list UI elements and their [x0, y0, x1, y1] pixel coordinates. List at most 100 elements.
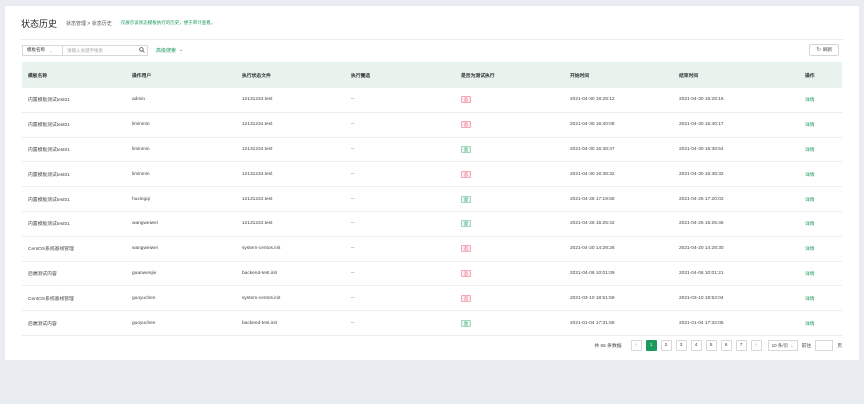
table-row: 内置模板测试test01 admin 12131234.test -- 否 2021-04… — [22, 88, 842, 113]
page-size-label: 10 条/页 — [771, 342, 789, 348]
template-name-cell: 内置模板测试test01 — [28, 98, 70, 104]
template-name-cell: 内置模板测试test01 — [28, 197, 70, 203]
is-test-cell: 否 — [461, 96, 570, 104]
search-icon[interactable] — [137, 46, 147, 55]
is-test-cell: 是 — [461, 220, 570, 228]
search-field-select[interactable]: 模板名称 ⌄ — [23, 45, 63, 55]
is-test-cell: 是 — [461, 145, 570, 153]
column-header: 执行圈选 — [351, 73, 371, 79]
is-test-badge: 否 — [461, 245, 471, 253]
is-test-cell: 否 — [461, 245, 570, 253]
chevron-down-icon: ⌄ — [49, 47, 53, 53]
goto-page-input[interactable] — [815, 340, 834, 351]
end-time-cell: 2021-04-26 15:25:46 — [679, 221, 724, 227]
refresh-button[interactable]: ↻ 刷新 — [809, 44, 839, 56]
detail-link[interactable]: 详情 — [805, 272, 815, 277]
detail-link[interactable]: 详情 — [805, 123, 815, 128]
search-input[interactable] — [63, 45, 137, 55]
refresh-icon: ↻ — [816, 47, 821, 53]
is-test-cell: 否 — [461, 121, 570, 129]
table-row: 后端测试内容 guoyuchen backend-test.init -- 是 2021-… — [22, 311, 842, 336]
table-body: 内置模板测试test01 admin 12131234.test -- 否 2021-04… — [22, 88, 842, 336]
end-time-cell: 2021-04-20 14:28:30 — [679, 246, 724, 252]
detail-link[interactable]: 详情 — [805, 222, 815, 227]
detail-link[interactable]: 详情 — [805, 297, 815, 302]
detail-link[interactable]: 详情 — [805, 247, 815, 252]
search-field-select-label: 模板名称 — [27, 47, 45, 52]
page-number-button[interactable]: 7 — [735, 340, 747, 351]
operator-cell: admin — [132, 97, 146, 103]
start-time-cell: 2021-01-04 17:31:55 — [570, 320, 615, 326]
template-name-cell: 内置模板测试test01 — [28, 222, 70, 228]
detail-link[interactable]: 详情 — [805, 148, 815, 153]
is-test-badge: 是 — [461, 145, 471, 153]
detail-link[interactable]: 详情 — [805, 198, 815, 203]
start-time-cell: 2021-04-30 16:38:47 — [570, 146, 615, 152]
page-number-button[interactable]: 1 — [645, 340, 657, 351]
template-name-cell: 后端测试内容 — [28, 271, 57, 277]
is-test-cell: 否 — [461, 294, 570, 302]
template-name-cell: 内置模板测试test01 — [28, 123, 70, 129]
execution-scope-cell: -- — [351, 97, 355, 103]
page-number-button[interactable]: 2 — [660, 340, 672, 351]
operator-cell: guanwenjie — [132, 270, 157, 276]
state-file-cell: 12131234.test — [242, 196, 273, 202]
column-header: 结束时间 — [679, 73, 699, 79]
action-cell: 详情 — [805, 295, 842, 302]
detail-link[interactable]: 详情 — [805, 173, 815, 178]
table-row: 内置模板测试test01 liminmin 12131234.test -- 否 2021… — [22, 162, 842, 188]
execution-scope-cell: -- — [351, 246, 355, 252]
template-name-cell: CentOS系统基线管理 — [28, 247, 74, 253]
table-row: CentOS系统基线管理 wangweiwei system-centos.init… — [22, 237, 842, 262]
execution-scope-cell: -- — [351, 146, 355, 152]
state-file-cell: system-centos.init — [242, 295, 281, 301]
end-time-cell: 2021-03-10 18:52:04 — [679, 295, 724, 301]
breadcrumb: 状态管理 > 状态历史 — [66, 20, 112, 27]
main-panel: 状态历史 状态管理 > 状态历史 仅展示该状态模板执行的历史，便于审计查看。 模… — [5, 6, 859, 360]
execution-scope-cell: -- — [351, 270, 355, 276]
prev-page-button[interactable]: < — [630, 340, 642, 351]
history-table: 模板名称 操作用户 执行状态文件 执行圈选 是否为测试执行 开始时间 结束时间 … — [22, 62, 842, 336]
end-time-cell: 2021-04-26 17:20:02 — [679, 196, 724, 202]
detail-link[interactable]: 详情 — [805, 322, 815, 327]
page-number-button[interactable]: 6 — [720, 340, 732, 351]
advanced-search-toggle[interactable]: 高级搜索 ⌄ — [156, 47, 183, 54]
is-test-badge: 是 — [461, 220, 471, 228]
start-time-cell: 2021-04-26 17:19:58 — [570, 196, 615, 202]
action-cell: 详情 — [805, 245, 842, 252]
is-test-badge: 否 — [461, 269, 471, 277]
next-page-button[interactable]: > — [750, 340, 762, 351]
is-test-cell: 是 — [461, 195, 570, 203]
is-test-badge: 否 — [461, 170, 471, 178]
operator-cell: liminmin — [132, 171, 150, 177]
execution-scope-cell: -- — [351, 221, 355, 227]
goto-label: 前往 — [801, 344, 812, 349]
refresh-button-label: 刷新 — [823, 47, 832, 52]
is-test-cell: 否 — [461, 269, 570, 277]
is-test-badge: 是 — [461, 195, 471, 203]
table-row: CentOS系统基线管理 guoyuchen system-centos.init -… — [22, 286, 842, 312]
table-row: 内置模板测试test01 wangweiwei 12131234.test -- 是 20… — [22, 212, 842, 237]
column-header: 操作 — [805, 73, 815, 79]
search-group: 模板名称 ⌄ — [22, 44, 148, 56]
execution-scope-cell: -- — [351, 295, 355, 301]
state-file-cell: 12131234.test — [242, 122, 273, 128]
is-test-badge: 否 — [461, 121, 471, 129]
action-cell: 详情 — [805, 121, 842, 128]
page-number-button[interactable]: 4 — [690, 340, 702, 351]
start-time-cell: 2021-04-30 18:28:12 — [570, 97, 615, 103]
detail-link[interactable]: 详情 — [805, 98, 815, 103]
start-time-cell: 2021-04-30 16:38:32 — [570, 171, 615, 177]
page-number-button[interactable]: 3 — [675, 340, 687, 351]
state-file-cell: 12131234.test — [242, 146, 273, 152]
operator-cell: wangweiwei — [132, 246, 158, 252]
column-header: 操作用户 — [132, 73, 152, 79]
goto-suffix: 页 — [837, 344, 842, 349]
template-name-cell: 内置模板测试test01 — [28, 147, 70, 153]
page-number-button[interactable]: 5 — [705, 340, 717, 351]
operator-cell: liminmin — [132, 122, 150, 128]
execution-scope-cell: -- — [351, 320, 355, 326]
page-size-select[interactable]: 10 条/页 ⌄ — [767, 340, 798, 351]
action-cell: 详情 — [805, 220, 842, 227]
pagination: 共 65 条数据 < 1234567 > 10 条/页 ⌄ 前往 页 — [594, 340, 842, 351]
